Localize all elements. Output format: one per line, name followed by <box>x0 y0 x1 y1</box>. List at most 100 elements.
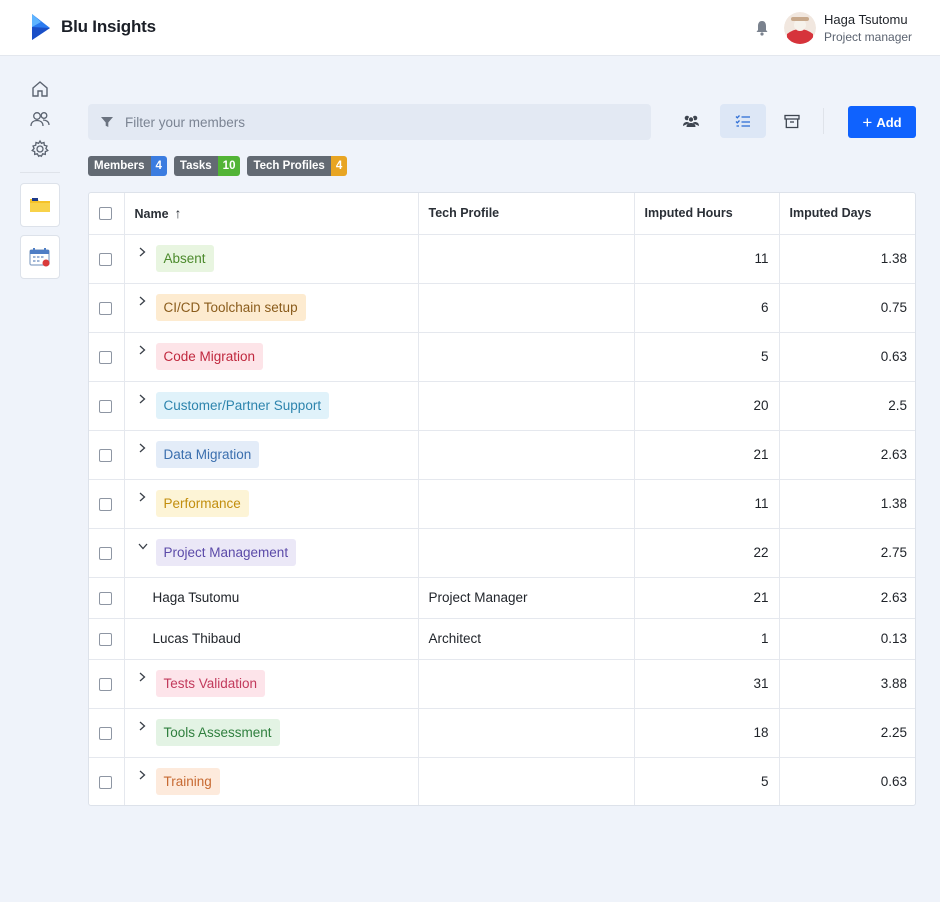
name-cell: Code Migration <box>124 332 419 382</box>
users-icon[interactable] <box>28 108 52 130</box>
row-checkbox[interactable] <box>99 775 112 789</box>
imputed-days-cell: 0.13 <box>779 618 915 660</box>
gear-icon[interactable] <box>28 138 52 160</box>
task-group-row[interactable]: Code Migration 5 0.63 <box>89 332 915 382</box>
row-checkbox[interactable] <box>99 726 112 740</box>
chevron-right-icon[interactable] <box>135 770 151 786</box>
app-name: Blu Insights <box>61 17 156 36</box>
chevron-right-icon[interactable] <box>135 394 151 410</box>
column-header-imputed-hours[interactable]: Imputed Hours <box>634 193 780 235</box>
sidebar-app-calendar[interactable] <box>20 235 60 279</box>
task-list-icon <box>735 115 750 127</box>
chevron-right-icon[interactable] <box>135 492 151 508</box>
summary-badges: Members 4 Tasks 10 Tech Profiles 4 <box>88 156 354 176</box>
tech-profile-cell <box>418 708 635 758</box>
chevron-down-icon[interactable] <box>135 543 151 559</box>
home-icon[interactable] <box>28 78 52 100</box>
tech-profile-cell <box>418 528 635 578</box>
imputed-days-cell: 2.5 <box>779 381 915 431</box>
chevron-right-icon[interactable] <box>135 443 151 459</box>
add-button[interactable]: + Add <box>848 106 916 138</box>
select-all-checkbox[interactable] <box>99 207 112 221</box>
row-checkbox[interactable] <box>99 350 112 364</box>
row-select-cell <box>89 528 125 578</box>
task-group-row[interactable]: CI/CD Toolchain setup 6 0.75 <box>89 283 915 333</box>
task-group-row[interactable]: Absent 11 1.38 <box>89 234 915 284</box>
tech-profile-cell <box>418 430 635 480</box>
imputed-days-cell: 3.88 <box>779 659 915 709</box>
badge-label: Members <box>88 156 151 176</box>
row-checkbox[interactable] <box>99 252 112 266</box>
name-cell: Tools Assessment <box>124 708 419 758</box>
badge-count: 10 <box>217 156 241 176</box>
sidebar-divider <box>20 172 60 173</box>
row-checkbox[interactable] <box>99 399 112 413</box>
folder-icon <box>30 198 50 212</box>
member-row[interactable]: Lucas Thibaud Architect 1 0.13 <box>89 618 915 660</box>
task-group-row[interactable]: Project Management 22 2.75 <box>89 528 915 578</box>
row-select-cell <box>89 332 125 382</box>
name-cell: Data Migration <box>124 430 419 480</box>
filter-members-input[interactable] <box>125 114 605 130</box>
name-cell: Project Management <box>124 528 419 578</box>
row-checkbox[interactable] <box>99 497 112 511</box>
member-name-cell: Lucas Thibaud <box>124 618 419 660</box>
filter-icon <box>101 117 113 127</box>
row-select-cell <box>89 430 125 480</box>
column-header-tech-profile[interactable]: Tech Profile <box>418 193 635 235</box>
task-tag: Tools Assessment <box>155 719 280 746</box>
imputed-days-cell: 2.75 <box>779 528 915 578</box>
row-checkbox[interactable] <box>99 448 112 462</box>
task-group-row[interactable]: Tools Assessment 18 2.25 <box>89 708 915 758</box>
task-group-row[interactable]: Performance 11 1.38 <box>89 479 915 529</box>
task-tag: Absent <box>155 245 214 272</box>
column-header-name[interactable]: Name ↑ <box>124 193 419 235</box>
tech-profile-cell <box>418 757 635 805</box>
row-select-cell <box>89 283 125 333</box>
members-view-button[interactable] <box>668 104 714 138</box>
chevron-right-icon[interactable] <box>135 672 151 688</box>
row-checkbox[interactable] <box>99 677 112 691</box>
member-name-cell: Haga Tsutomu <box>124 577 419 619</box>
name-cell: CI/CD Toolchain setup <box>124 283 419 333</box>
chevron-right-icon[interactable] <box>135 345 151 361</box>
table-header-row: Name ↑ Tech Profile Imputed Hours Imputed… <box>89 193 915 235</box>
chevron-right-icon[interactable] <box>135 721 151 737</box>
task-group-row[interactable]: Tests Validation 31 3.88 <box>89 659 915 709</box>
name-cell: Performance <box>124 479 419 529</box>
sidebar-app-folder[interactable] <box>20 183 60 227</box>
filter-bar[interactable] <box>88 104 651 140</box>
task-tag: Tests Validation <box>155 670 266 697</box>
badge-count: 4 <box>330 156 348 176</box>
row-checkbox[interactable] <box>99 591 112 605</box>
task-group-row[interactable]: Training 5 0.63 <box>89 757 915 805</box>
brand[interactable]: Blu Insights <box>30 13 156 41</box>
row-checkbox[interactable] <box>99 546 112 560</box>
avatar[interactable] <box>784 12 816 44</box>
imputed-hours-cell: 31 <box>634 659 780 709</box>
chevron-right-icon[interactable] <box>135 296 151 312</box>
imputed-hours-cell: 11 <box>634 234 780 284</box>
tasks-view-button[interactable] <box>720 104 766 138</box>
member-row[interactable]: Haga Tsutomu Project Manager 21 2.63 <box>89 577 915 619</box>
row-select-cell <box>89 757 125 805</box>
row-checkbox[interactable] <box>99 632 112 646</box>
column-header-imputed-days[interactable]: Imputed Days <box>779 193 915 235</box>
imputed-days-cell: 2.25 <box>779 708 915 758</box>
add-button-label: Add <box>876 114 902 130</box>
row-checkbox[interactable] <box>99 301 112 315</box>
sort-ascending-icon[interactable]: ↑ <box>175 205 182 221</box>
task-group-row[interactable]: Customer/Partner Support 20 2.5 <box>89 381 915 431</box>
task-tag: Data Migration <box>155 441 260 468</box>
bell-icon[interactable] <box>754 19 770 37</box>
tasks-table: Name ↑ Tech Profile Imputed Hours Imputed… <box>88 192 916 806</box>
avatar-image <box>784 12 816 44</box>
task-tag: Code Migration <box>155 343 264 370</box>
task-group-row[interactable]: Data Migration 21 2.63 <box>89 430 915 480</box>
archive-view-button[interactable] <box>769 104 815 138</box>
name-cell: Tests Validation <box>124 659 419 709</box>
tech-profile-cell <box>418 659 635 709</box>
imputed-hours-cell: 21 <box>634 430 780 480</box>
chevron-right-icon[interactable] <box>135 247 151 263</box>
toolbar-divider <box>823 108 824 134</box>
